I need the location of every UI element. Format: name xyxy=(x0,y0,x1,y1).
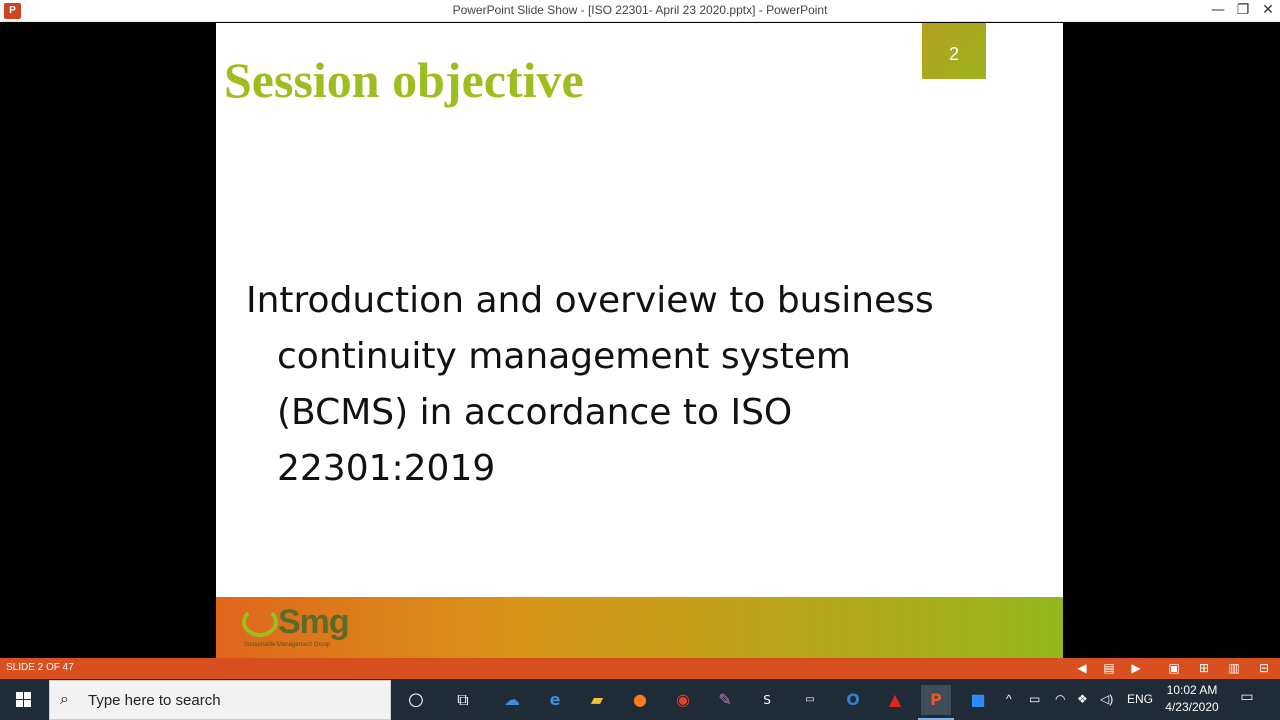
zoom-icon[interactable]: ■ xyxy=(963,685,993,715)
body-line: (BCMS) in accordance to ISO xyxy=(277,392,793,433)
slide-body-text: Introduction and overview to business co… xyxy=(246,273,1006,497)
smg-logo: Smg Sustainable Management Group xyxy=(242,603,382,653)
cortana-icon[interactable]: ○ xyxy=(401,685,431,715)
body-line: Introduction and overview to business xyxy=(246,280,934,321)
taskbar-search-box[interactable]: ⌕ Type here to search xyxy=(49,680,391,720)
close-button[interactable]: ✕ xyxy=(1255,0,1280,22)
slide-notes-icon[interactable]: ▤ xyxy=(1101,660,1117,676)
file-explorer-icon[interactable]: ▰ xyxy=(582,685,612,715)
battery-icon[interactable]: ▭ xyxy=(1029,679,1040,720)
s-app-icon[interactable]: S xyxy=(752,685,782,715)
clock-date: 4/23/2020 xyxy=(1165,700,1219,714)
wifi-icon[interactable]: ◠ xyxy=(1055,679,1065,720)
edge-icon[interactable]: e xyxy=(540,685,570,715)
onedrive-icon[interactable]: ☁ xyxy=(497,685,527,715)
powerpoint-icon[interactable]: P xyxy=(921,685,951,715)
slideshow-statusbar: SLIDE 2 OF 47 ◀ ▤ ▶ ▣ ⊞ ▥ ⊟ xyxy=(0,658,1280,679)
dropbox-icon[interactable]: ❖ xyxy=(1077,679,1088,720)
normal-view-icon[interactable]: ▣ xyxy=(1166,660,1182,676)
body-line: 22301:2019 xyxy=(277,448,496,489)
search-input[interactable]: Type here to search xyxy=(88,692,221,709)
smg-logo-tagline: Sustainable Management Group xyxy=(244,642,331,648)
action-center-icon[interactable]: ▭ xyxy=(1236,689,1258,709)
restore-button[interactable]: ❐ xyxy=(1230,0,1256,22)
clock-time: 10:02 AM xyxy=(1166,683,1218,697)
chrome-icon[interactable]: ◉ xyxy=(668,685,698,715)
smg-app-icon[interactable]: ▭ xyxy=(795,685,825,715)
smg-swoosh-icon xyxy=(242,607,278,637)
slide-sorter-icon[interactable]: ⊞ xyxy=(1196,660,1212,676)
slide-footer-band: Smg Sustainable Management Group xyxy=(216,597,1063,658)
slideshow-icon[interactable]: ⊟ xyxy=(1256,660,1272,676)
task-view-icon[interactable]: ⧉ xyxy=(448,685,478,715)
slide-canvas[interactable]: Session objective 2 Introduction and ove… xyxy=(216,23,1063,658)
show-hidden-icons-icon[interactable]: ^ xyxy=(1006,679,1012,720)
slide-number-badge: 2 xyxy=(922,23,986,79)
acrobat-icon[interactable]: ▲ xyxy=(880,685,910,715)
notes-icon[interactable]: ✎ xyxy=(710,685,740,715)
search-icon: ⌕ xyxy=(60,689,69,708)
body-line: continuity management system xyxy=(277,336,851,377)
smg-logo-text: Smg xyxy=(278,603,350,641)
minimize-button[interactable]: — xyxy=(1205,0,1231,22)
start-button[interactable] xyxy=(0,679,48,720)
windows-logo-icon xyxy=(16,692,32,708)
slide-title: Session objective xyxy=(224,52,584,108)
firefox-icon[interactable]: ● xyxy=(625,685,655,715)
outlook-icon[interactable]: O xyxy=(838,685,868,715)
previous-icon[interactable]: ◀ xyxy=(1074,660,1090,676)
next-icon[interactable]: ▶ xyxy=(1128,660,1144,676)
volume-icon[interactable]: ◁) xyxy=(1100,679,1113,720)
window-titlebar: P PowerPoint Slide Show - [ISO 22301- Ap… xyxy=(0,0,1280,22)
slide-counter: SLIDE 2 OF 47 xyxy=(6,662,74,673)
taskbar-clock[interactable]: 10:02 AM 4/23/2020 xyxy=(1158,682,1226,716)
window-title: PowerPoint Slide Show - [ISO 22301- Apri… xyxy=(452,3,828,17)
windows-taskbar: ⌕ Type here to search ○ ⧉ ☁ e ▰ ● ◉ ✎ S … xyxy=(0,679,1280,720)
reading-view-icon[interactable]: ▥ xyxy=(1226,660,1242,676)
language-indicator[interactable]: ENG xyxy=(1127,679,1153,720)
